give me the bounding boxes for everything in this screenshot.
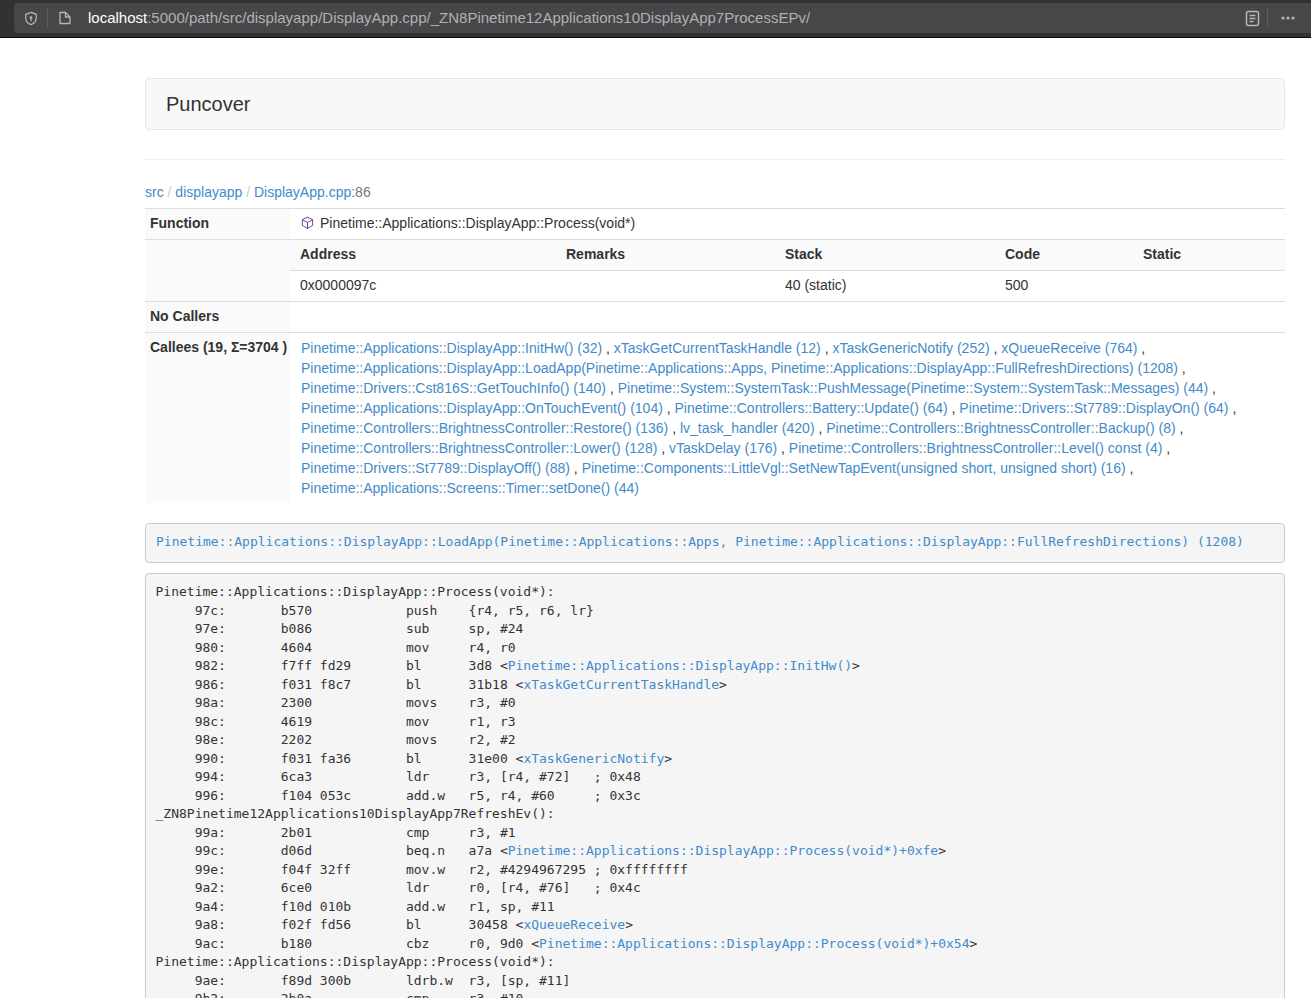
asm-symbol-link[interactable]: xQueueReceive xyxy=(523,917,625,932)
asm-symbol-link[interactable]: Pinetime::Applications::DisplayApp::Init… xyxy=(508,658,852,673)
breadcrumb-separator: / xyxy=(242,184,254,200)
callees-line: Pinetime::Controllers::BrightnessControl… xyxy=(301,438,1280,458)
callees-line: Pinetime::Applications::DisplayApp::Init… xyxy=(301,338,1280,358)
detail-row-label xyxy=(145,239,290,301)
divider-rule xyxy=(145,159,1285,160)
browser-toolbar: localhost:5000/path/src/displayapp/Displ… xyxy=(0,0,1311,38)
callees-row: Callees (19, Σ=3704 ) Pinetime::Applicat… xyxy=(145,332,1285,503)
url-host: localhost xyxy=(88,9,147,26)
column-header-address: Address xyxy=(290,240,556,270)
menu-dots-icon[interactable] xyxy=(1280,10,1296,26)
column-header-code: Code xyxy=(995,240,1133,270)
function-table: Function Pinetime::Applications::Display… xyxy=(145,208,1285,503)
column-header-static: Static xyxy=(1133,240,1285,270)
page-icon[interactable] xyxy=(59,11,71,25)
selected-callee-panel: Pinetime::Applications::DisplayApp::Load… xyxy=(145,523,1285,563)
callee-link[interactable]: xTaskGenericNotify (252) xyxy=(832,340,989,356)
asm-symbol-link[interactable]: Pinetime::Applications::DisplayApp::Proc… xyxy=(508,843,938,858)
callee-link[interactable]: Pinetime::Controllers::BrightnessControl… xyxy=(789,440,1162,456)
url-bar[interactable]: localhost:5000/path/src/displayapp/Displ… xyxy=(14,3,1311,33)
detail-cell-static xyxy=(1133,270,1285,300)
callees-line: Pinetime::Controllers::BrightnessControl… xyxy=(301,418,1280,438)
callee-link[interactable]: xTaskGetCurrentTaskHandle (12) xyxy=(614,340,821,356)
breadcrumb-link-src[interactable]: src xyxy=(145,184,164,200)
app-header-panel: Puncover xyxy=(145,78,1285,130)
callee-link[interactable]: Pinetime::Controllers::BrightnessControl… xyxy=(301,440,657,456)
callee-link[interactable]: Pinetime::Drivers::St7789::DisplayOff() … xyxy=(301,460,570,476)
url-path: :5000/path/src/displayapp/DisplayApp.cpp… xyxy=(147,9,810,26)
callee-link[interactable]: Pinetime::System::SystemTask::PushMessag… xyxy=(618,380,1209,396)
callees-line: Pinetime::Drivers::Cst816S::GetTouchInfo… xyxy=(301,378,1280,398)
callee-link[interactable]: Pinetime::Drivers::Cst816S::GetTouchInfo… xyxy=(301,380,606,396)
callees-line: Pinetime::Applications::DisplayApp::Load… xyxy=(301,358,1280,378)
breadcrumb-line-number: :86 xyxy=(351,184,370,200)
selected-callee-link[interactable]: Pinetime::Applications::DisplayApp::Load… xyxy=(156,534,1244,549)
callee-link[interactable]: Pinetime::Applications::DisplayApp::OnTo… xyxy=(301,400,663,416)
callee-link[interactable]: Pinetime::Controllers::BrightnessControl… xyxy=(826,420,1175,436)
callee-link[interactable]: Pinetime::Controllers::Battery::Update()… xyxy=(675,400,948,416)
breadcrumb: src / displayapp / DisplayApp.cpp:86 xyxy=(145,182,1285,202)
asm-symbol-link[interactable]: Pinetime::Applications::DisplayApp::Proc… xyxy=(539,936,969,951)
callee-link[interactable]: lv_task_handler (420) xyxy=(680,420,815,436)
detail-cell-remarks xyxy=(556,270,775,300)
function-detail-row: AddressRemarksStackCodeStatic 0x0000097c… xyxy=(145,239,1285,301)
asm-symbol-link[interactable]: xTaskGetCurrentTaskHandle xyxy=(523,677,719,692)
breadcrumb-link-displayapp[interactable]: displayapp xyxy=(175,184,242,200)
column-header-remarks: Remarks xyxy=(556,240,775,270)
function-row-label: Function xyxy=(145,209,290,240)
symbol-icon xyxy=(301,216,314,230)
breadcrumb-link-DisplayApp.cpp[interactable]: DisplayApp.cpp xyxy=(254,184,351,200)
disassembly: Pinetime::Applications::DisplayApp::Proc… xyxy=(145,573,1285,998)
toolbar-divider2 xyxy=(1267,8,1268,28)
function-detail-table: AddressRemarksStackCodeStatic 0x0000097c… xyxy=(290,240,1285,301)
no-callers-label: No Callers xyxy=(145,301,290,332)
callee-link[interactable]: Pinetime::Drivers::St7789::DisplayOn() (… xyxy=(959,400,1228,416)
callee-link[interactable]: Pinetime::Applications::DisplayApp::Init… xyxy=(301,340,602,356)
detail-cell-address: 0x0000097c xyxy=(290,270,556,300)
app-title: Puncover xyxy=(166,90,251,119)
detail-header-row: AddressRemarksStackCodeStatic xyxy=(290,240,1285,270)
callee-link[interactable]: Pinetime::Controllers::BrightnessControl… xyxy=(301,420,668,436)
breadcrumb-separator: / xyxy=(164,184,176,200)
function-name: Pinetime::Applications::DisplayApp::Proc… xyxy=(320,215,635,231)
callers-row: No Callers xyxy=(145,301,1285,332)
asm-symbol-link[interactable]: xTaskGenericNotify xyxy=(523,751,664,766)
toolbar-divider xyxy=(47,8,48,28)
callees-label: Callees (19, Σ=3704 ) xyxy=(145,332,290,503)
shield-icon[interactable] xyxy=(24,11,38,26)
callees-line: Pinetime::Applications::Screens::Timer::… xyxy=(301,478,1280,498)
callee-link[interactable]: Pinetime::Components::LittleVgl::SetNewT… xyxy=(582,460,1126,476)
callee-link[interactable]: vTaskDelay (176) xyxy=(669,440,777,456)
callees-cell: Pinetime::Applications::DisplayApp::Init… xyxy=(290,332,1285,503)
function-row: Function Pinetime::Applications::Display… xyxy=(145,209,1285,240)
callee-link[interactable]: xQueueReceive (764) xyxy=(1001,340,1137,356)
callees-line: Pinetime::Applications::DisplayApp::OnTo… xyxy=(301,398,1280,418)
detail-data-row: 0x0000097c 40 (static)500 xyxy=(290,270,1285,300)
url-text[interactable]: localhost:5000/path/src/displayapp/Displ… xyxy=(88,7,810,28)
column-header-stack: Stack xyxy=(775,240,995,270)
callee-link[interactable]: Pinetime::Applications::DisplayApp::Load… xyxy=(301,360,1178,376)
page-container: Puncover src / displayapp / DisplayApp.c… xyxy=(145,78,1285,998)
function-name-cell: Pinetime::Applications::DisplayApp::Proc… xyxy=(290,209,1285,240)
detail-cell-code: 500 xyxy=(995,270,1133,300)
callees-line: Pinetime::Drivers::St7789::DisplayOff() … xyxy=(301,458,1280,478)
reader-mode-icon[interactable] xyxy=(1245,10,1260,27)
detail-cell-stack: 40 (static) xyxy=(775,270,995,300)
callee-link[interactable]: Pinetime::Applications::Screens::Timer::… xyxy=(301,480,639,496)
callers-cell xyxy=(290,301,1285,332)
